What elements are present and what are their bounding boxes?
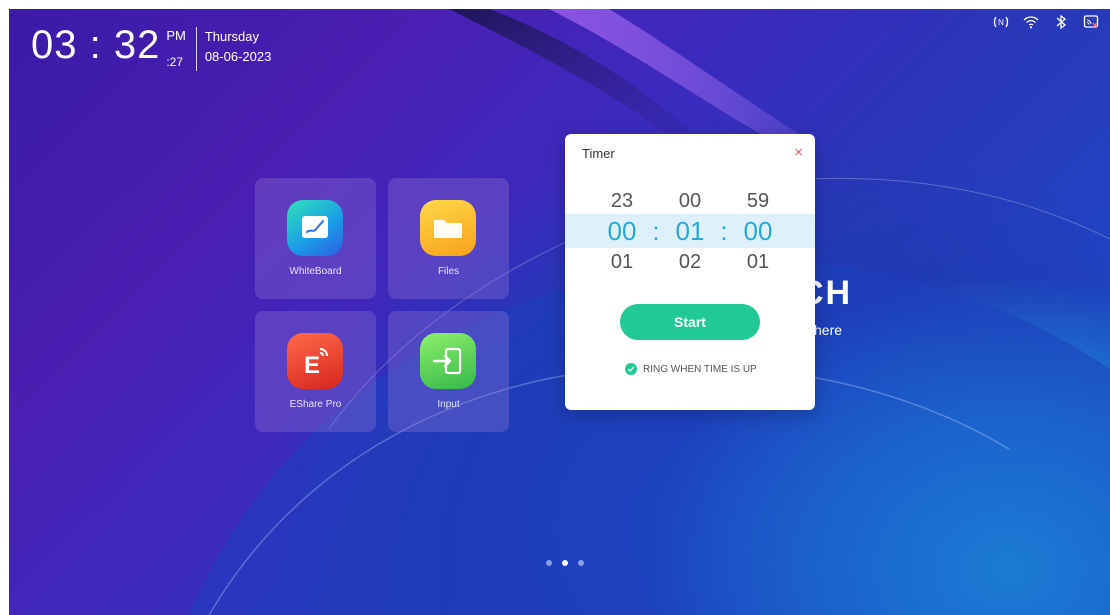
desktop-screen: 03 : 32 PM :27 Thursday 08-06-2023 N Whi… [9, 9, 1110, 615]
app-tile-whiteboard[interactable]: WhiteBoard [255, 178, 376, 299]
app-label-input: Input [437, 399, 460, 410]
status-bar: N [992, 13, 1100, 31]
app-label-whiteboard: WhiteBoard [289, 266, 342, 277]
page-indicator[interactable] [546, 560, 584, 566]
app-grid: WhiteBoard Files E EShare Pro Input [255, 178, 509, 432]
folder-icon [420, 200, 476, 256]
time-separator: : [652, 216, 660, 246]
svg-text:E: E [304, 352, 320, 379]
hours-selected[interactable]: 00 [595, 216, 649, 247]
clock-seconds: :27 [166, 55, 184, 69]
timer-title: Timer [582, 146, 615, 161]
svg-text:N: N [998, 18, 1004, 27]
app-tile-files[interactable]: Files [388, 178, 509, 299]
minutes-below[interactable]: 02 [663, 251, 717, 274]
seconds-selected[interactable]: 00 [731, 216, 785, 247]
clock-time: 03 : 32 [31, 23, 161, 67]
minutes-selected[interactable]: 01 [663, 216, 717, 247]
bluetooth-icon[interactable] [1052, 13, 1070, 31]
page-dot-active[interactable] [562, 560, 568, 566]
time-separator: : [720, 216, 728, 246]
timer-picker-selected: 00 : 01 : 00 [565, 216, 815, 247]
close-icon[interactable]: × [794, 144, 803, 161]
clock-date: 08-06-2023 [204, 49, 272, 64]
hours-above[interactable]: 23 [595, 190, 649, 213]
wifi-icon[interactable] [1022, 13, 1040, 31]
timer-picker-below: 01 02 01 [565, 251, 815, 274]
clock-divider [195, 27, 197, 71]
screen-cast-off-icon[interactable] [1082, 13, 1100, 31]
app-label-files: Files [437, 266, 460, 277]
page-dot[interactable] [546, 560, 552, 566]
seconds-below[interactable]: 01 [731, 251, 785, 274]
eshare-icon: E [287, 333, 343, 389]
input-icon [420, 333, 476, 389]
clock-day: Thursday [204, 29, 260, 44]
hours-below[interactable]: 01 [595, 251, 649, 274]
minutes-above[interactable]: 00 [663, 190, 717, 213]
seconds-above[interactable]: 59 [731, 190, 785, 213]
ring-when-up-option[interactable]: RING WHEN TIME IS UP [625, 363, 757, 375]
timer-dialog: Timer × 23 00 59 00 : 01 : 00 01 02 01 S… [565, 134, 815, 410]
wallpaper [189, 9, 1110, 615]
ring-label: RING WHEN TIME IS UP [643, 363, 757, 375]
app-tile-input[interactable]: Input [388, 311, 509, 432]
page-dot[interactable] [578, 560, 584, 566]
app-label-eshare-pro: EShare Pro [289, 399, 342, 410]
check-icon[interactable] [625, 363, 637, 375]
timer-picker-above: 23 00 59 [565, 190, 815, 213]
background-widget-subtitle: here [814, 322, 843, 338]
clock-ampm: PM [166, 28, 186, 43]
whiteboard-icon [287, 200, 343, 256]
nfc-icon[interactable]: N [992, 13, 1010, 31]
app-tile-eshare-pro[interactable]: E EShare Pro [255, 311, 376, 432]
start-button[interactable]: Start [620, 304, 760, 340]
clock-widget: 03 : 32 PM :27 Thursday 08-06-2023 [31, 23, 271, 71]
